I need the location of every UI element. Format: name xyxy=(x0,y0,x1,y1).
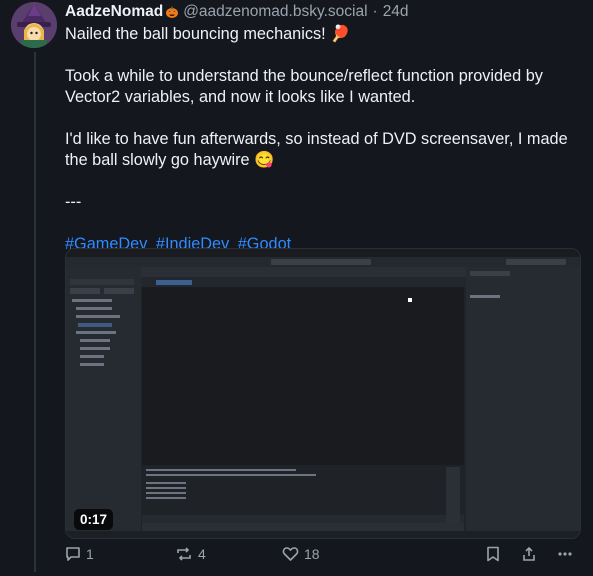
like-count: 18 xyxy=(304,546,320,562)
more-options-button[interactable] xyxy=(557,546,578,562)
post-header: AadzeNomad @aadzenomad.bsky.social · 24d xyxy=(65,2,409,22)
video-player[interactable]: 0:17 xyxy=(65,248,581,539)
separator-dot: · xyxy=(372,3,378,20)
video-thumbnail xyxy=(66,249,580,538)
heart-icon xyxy=(282,547,299,561)
reply-count: 1 xyxy=(86,546,94,562)
reply-icon xyxy=(66,547,80,561)
post-divider: --- xyxy=(65,193,82,211)
share-button[interactable] xyxy=(521,546,542,562)
repost-button[interactable]: 4 xyxy=(175,546,206,562)
post-paragraph-3: I'd like to have fun afterwards, so inst… xyxy=(65,130,568,169)
pumpkin-icon xyxy=(166,6,179,18)
timestamp[interactable]: 24d xyxy=(383,3,409,21)
reply-button[interactable]: 1 xyxy=(65,546,94,562)
thread-line xyxy=(34,52,36,572)
post-line-1: Nailed the ball bouncing mechanics! 🏓 xyxy=(65,25,351,43)
display-name[interactable]: AadzeNomad xyxy=(65,3,163,21)
handle[interactable]: @aadzenomad.bsky.social xyxy=(183,3,367,21)
repost-icon xyxy=(177,547,191,561)
like-button[interactable]: 18 xyxy=(282,546,320,562)
action-bar: 1 4 18 xyxy=(65,546,580,566)
avatar[interactable] xyxy=(11,2,57,48)
share-icon xyxy=(523,546,535,561)
post-body: Nailed the ball bouncing mechanics! 🏓 To… xyxy=(65,24,580,255)
bookmark-button[interactable] xyxy=(486,546,505,562)
repost-count: 4 xyxy=(198,546,206,562)
video-duration: 0:17 xyxy=(74,509,114,530)
bookmark-icon xyxy=(487,546,499,562)
post-paragraph-2: Took a while to understand the bounce/re… xyxy=(65,67,543,106)
ellipsis-icon xyxy=(558,552,572,556)
avatar-image xyxy=(11,2,57,48)
